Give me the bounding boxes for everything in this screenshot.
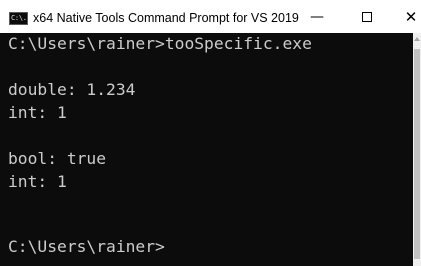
command-prompt-window: C:\. x64 Native Tools Command Prompt for… — [0, 0, 421, 266]
maximize-icon — [362, 11, 372, 22]
console-output[interactable]: C:\Users\rainer>tooSpecific.exe double: … — [0, 33, 413, 266]
scroll-thumb[interactable] — [414, 49, 420, 259]
console-line: C:\Users\rainer> — [8, 237, 165, 256]
cmd-icon: C:\. — [9, 12, 28, 25]
scroll-up-arrow-icon[interactable] — [414, 37, 420, 41]
title-bar[interactable]: C:\. x64 Native Tools Command Prompt for… — [0, 0, 421, 33]
close-button[interactable]: ✕ — [388, 0, 421, 33]
console-line: double: 1.234 — [8, 80, 136, 99]
window-title: x64 Native Tools Command Prompt for VS 2… — [33, 11, 299, 25]
console-line: C:\Users\rainer>tooSpecific.exe — [8, 34, 312, 53]
maximize-button[interactable] — [344, 0, 390, 33]
console-line: bool: true — [8, 149, 107, 168]
console-line: int: 1 — [8, 172, 67, 191]
minimize-icon: — — [310, 8, 324, 25]
vertical-scrollbar[interactable] — [413, 33, 421, 266]
minimize-button[interactable]: — — [294, 0, 340, 33]
close-icon: ✕ — [404, 7, 418, 26]
console-line: int: 1 — [8, 103, 67, 122]
